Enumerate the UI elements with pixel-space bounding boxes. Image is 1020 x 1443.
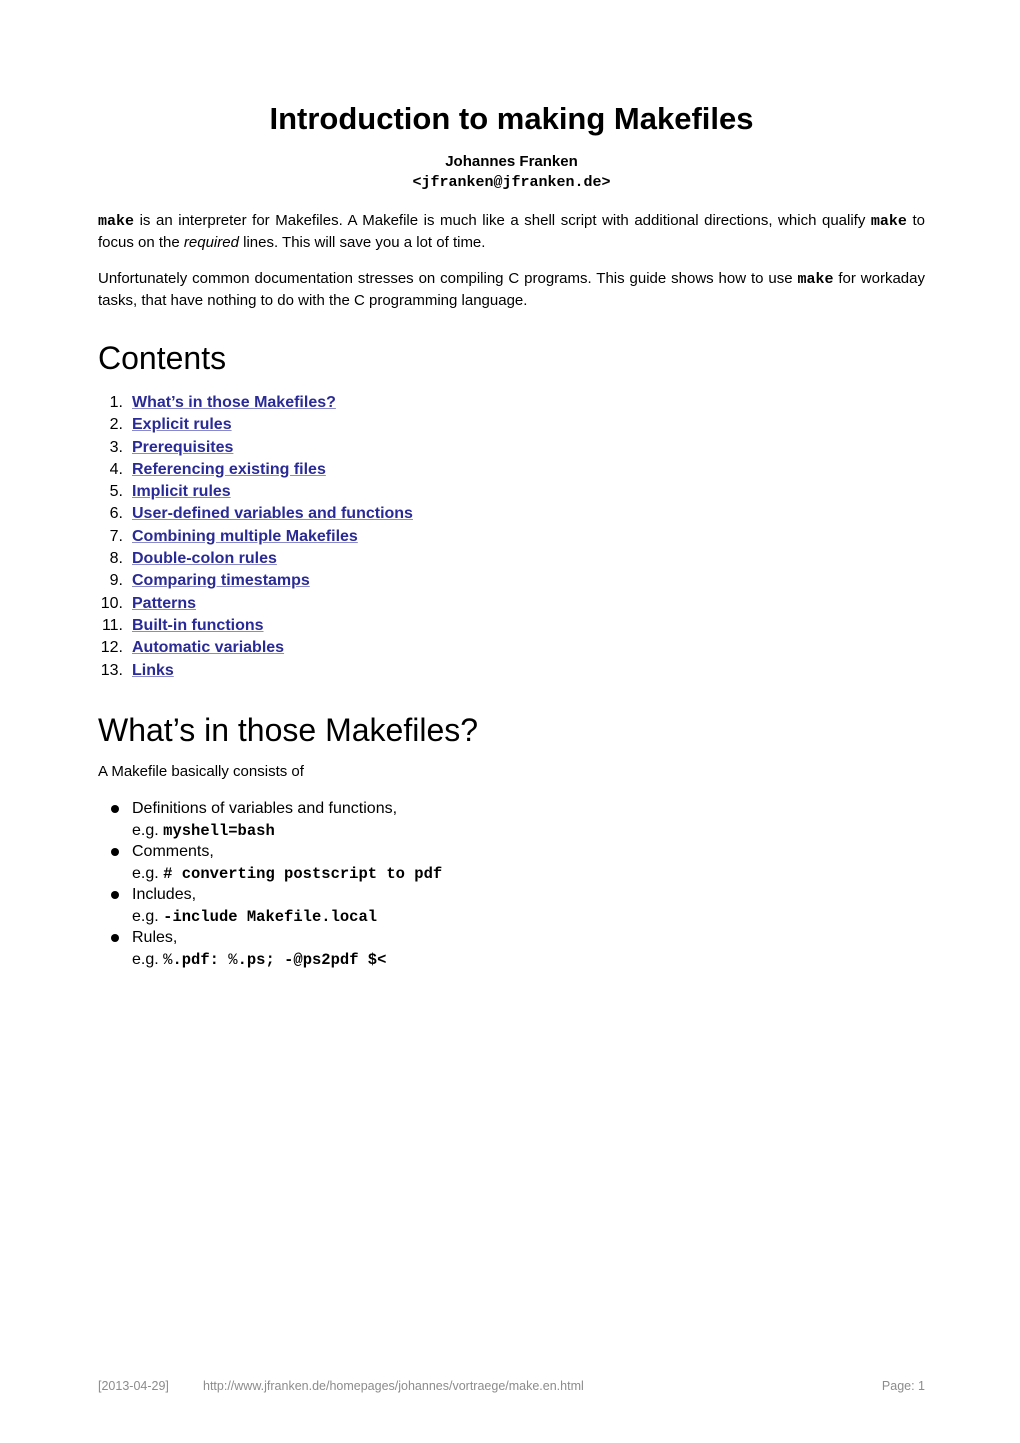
example-code: -include Makefile.local bbox=[163, 907, 378, 926]
text: is an interpreter for Makefiles. A Makef… bbox=[134, 212, 871, 229]
toc-link[interactable]: Explicit rules bbox=[132, 414, 232, 436]
example-code: # converting postscript to pdf bbox=[163, 864, 443, 883]
toc-item-number: 7. bbox=[109, 527, 123, 545]
list-item: Includes, e.g. -include Makefile.local bbox=[98, 884, 442, 927]
footer-page-number: Page: 1 bbox=[881, 1379, 925, 1393]
toc-link[interactable]: Built-in functions bbox=[132, 615, 264, 637]
toc-link[interactable]: Comparing timestamps bbox=[132, 570, 310, 592]
toc-item-number: 11. bbox=[101, 616, 123, 634]
intro-paragraph-1: make is an interpreter for Makefiles. A … bbox=[98, 210, 925, 253]
toc-item-number: 2. bbox=[109, 416, 123, 434]
toc-link[interactable]: What’s in those Makefiles? bbox=[132, 392, 336, 414]
example-line: e.g. %.pdf: %.ps; -@ps2pdf $< bbox=[132, 949, 442, 972]
text: lines. This will save you a lot of time. bbox=[238, 234, 486, 251]
list-item-text: Definitions of variables and functions, bbox=[132, 800, 398, 817]
toc-link[interactable]: User-defined variables and functions bbox=[132, 503, 413, 525]
toc-link[interactable]: Links bbox=[132, 660, 174, 682]
toc-item-number: 5. bbox=[109, 483, 123, 501]
toc-item-number: 8. bbox=[109, 550, 123, 568]
example-line: e.g. # converting postscript to pdf bbox=[132, 863, 442, 886]
toc-item-number: 13. bbox=[100, 661, 123, 679]
section-lead: A Makefile basically consists of bbox=[98, 763, 304, 780]
example-code: % bbox=[228, 950, 238, 969]
section-heading: What’s in those Makefiles? bbox=[98, 712, 479, 748]
toc-link[interactable]: Implicit rules bbox=[132, 481, 231, 503]
inline-code: make bbox=[870, 213, 907, 230]
example-prefix: e.g. bbox=[132, 821, 164, 839]
list-item-text: Includes, bbox=[132, 886, 197, 903]
contents-heading: Contents bbox=[98, 340, 227, 376]
footer-url[interactable]: http://www.jfranken.de/homepages/johanne… bbox=[203, 1378, 584, 1394]
list-item: Definitions of variables and functions, e… bbox=[98, 798, 442, 841]
toc-item-number: 6. bbox=[109, 505, 123, 523]
toc-link[interactable]: Prerequisites bbox=[132, 437, 233, 459]
example-prefix: e.g. bbox=[132, 907, 164, 925]
list-item-text: Comments, bbox=[132, 843, 214, 860]
example-code: .ps; -@ps2pdf $< bbox=[237, 950, 387, 969]
bullet-icon bbox=[111, 805, 119, 813]
footer-date: [2013-04-29] bbox=[98, 1379, 169, 1393]
list-item: Comments, e.g. # converting postscript to… bbox=[98, 841, 442, 884]
example-code: .pdf: bbox=[172, 950, 229, 969]
toc-item-number: 4. bbox=[109, 460, 123, 478]
list-item-text: Rules, bbox=[132, 929, 178, 946]
example-prefix: e.g. bbox=[132, 950, 164, 968]
example-line: e.g. -include Makefile.local bbox=[132, 906, 442, 929]
author-name: Johannes Franken bbox=[445, 153, 578, 170]
toc-link[interactable]: Combining multiple Makefiles bbox=[132, 526, 358, 548]
bullet-icon bbox=[111, 934, 119, 942]
list-item: Rules, e.g. %.pdf: %.ps; -@ps2pdf $< bbox=[98, 927, 442, 970]
toc-link[interactable]: Referencing existing files bbox=[132, 459, 326, 481]
toc-item-number: 1. bbox=[109, 394, 123, 411]
emphasis: required bbox=[183, 234, 239, 251]
intro-paragraph-2: Unfortunately common documentation stres… bbox=[98, 268, 925, 311]
toc-link[interactable]: Double-colon rules bbox=[132, 548, 277, 570]
inline-code: make bbox=[797, 271, 834, 288]
makefile-contents-list: Definitions of variables and functions, e… bbox=[98, 798, 442, 970]
text: Unfortunately common documentation stres… bbox=[98, 270, 798, 287]
toc-link[interactable]: Patterns bbox=[132, 593, 196, 615]
author-email: <jfranken@jfranken.de> bbox=[412, 174, 611, 191]
document-title: Introduction to making Makefiles bbox=[269, 101, 754, 136]
example-line: e.g. myshell=bash bbox=[132, 820, 442, 843]
toc-item-number: 9. bbox=[109, 572, 123, 590]
toc-item-number: 3. bbox=[109, 438, 123, 456]
example-code: myshell=bash bbox=[163, 821, 275, 840]
toc-item-number: 10. bbox=[100, 594, 123, 612]
example-prefix: e.g. bbox=[132, 864, 164, 882]
inline-code: make bbox=[98, 213, 135, 230]
toc-link[interactable]: Automatic variables bbox=[132, 637, 284, 659]
bullet-icon bbox=[111, 848, 119, 856]
bullet-icon bbox=[111, 891, 119, 899]
toc-item-number: 12. bbox=[100, 639, 123, 657]
